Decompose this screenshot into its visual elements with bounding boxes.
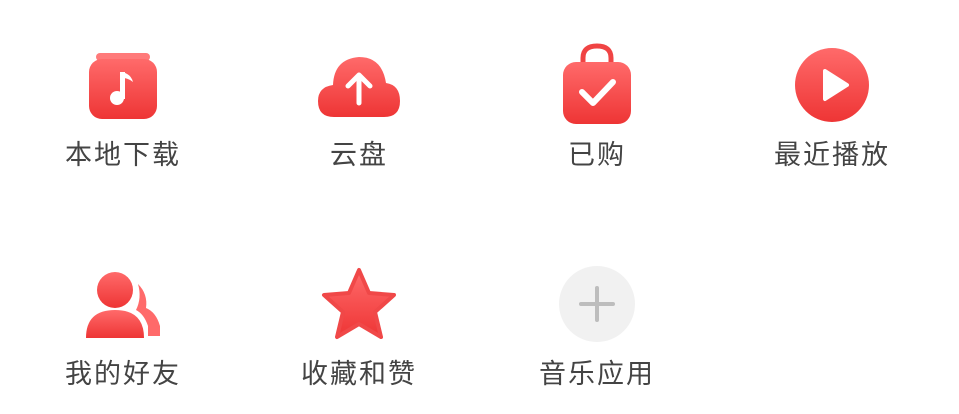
friends-icon xyxy=(78,259,168,349)
purchased-bag-icon xyxy=(552,40,642,130)
cloud-upload-icon xyxy=(314,40,404,130)
favorites-likes-tile[interactable]: 收藏和赞 xyxy=(259,259,459,414)
my-friends-label: 我的好友 xyxy=(65,359,181,390)
play-circle-icon xyxy=(787,40,877,130)
add-icon xyxy=(552,259,642,349)
local-download-tile[interactable]: 本地下载 xyxy=(23,40,223,200)
music-apps-grid: 本地下载 云盘 已购 最近播放 我的好友 收藏和赞 音乐应用 xyxy=(0,0,959,414)
purchased-tile[interactable]: 已购 xyxy=(497,40,697,200)
star-icon xyxy=(314,259,404,349)
music-apps-tile[interactable]: 音乐应用 xyxy=(497,259,697,414)
purchased-label: 已购 xyxy=(568,140,626,171)
recent-play-tile[interactable]: 最近播放 xyxy=(732,40,932,200)
local-download-label: 本地下载 xyxy=(65,140,181,171)
cloud-drive-tile[interactable]: 云盘 xyxy=(259,40,459,200)
recent-play-label: 最近播放 xyxy=(774,140,890,171)
cloud-drive-label: 云盘 xyxy=(330,140,388,171)
favorites-likes-label: 收藏和赞 xyxy=(301,359,417,390)
local-download-icon xyxy=(78,40,168,130)
music-apps-label: 音乐应用 xyxy=(539,359,655,390)
my-friends-tile[interactable]: 我的好友 xyxy=(23,259,223,414)
